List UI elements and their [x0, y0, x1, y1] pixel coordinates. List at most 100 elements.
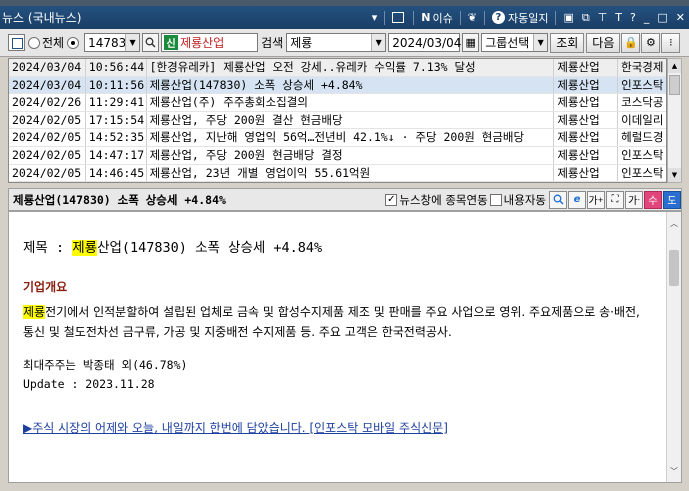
article-title: 제목 : 제룡산업(147830) 소폭 상승세 +4.84% — [23, 240, 323, 256]
cell-time: 11:29:41 — [86, 94, 147, 111]
next-button[interactable]: 다음 — [586, 32, 621, 53]
scroll-down-icon[interactable]: ﹀ — [667, 464, 681, 478]
chevron-down-icon: ▼ — [371, 34, 386, 51]
buy-button[interactable]: 수 — [644, 190, 662, 209]
article-body: 제룡전기에서 인적분할하여 설립된 업체로 금속 및 합성수지제품 제조 및 판… — [23, 305, 640, 339]
scroll-up-icon[interactable]: ︿ — [667, 216, 681, 230]
help-icon[interactable]: ? — [626, 9, 640, 26]
cell-source: 이데일리 — [621, 112, 664, 127]
search-icon[interactable] — [142, 33, 160, 52]
cell-source: 한국경제 — [621, 60, 664, 74]
table-row[interactable]: 2024/02/05 17:15:54 제룡산업, 주당 200원 결산 현금배… — [9, 111, 666, 130]
font-size-icon[interactable]: T — [611, 9, 626, 26]
link-icon[interactable]: ❦ — [464, 9, 481, 26]
checkmark-icon: ✓ — [385, 193, 398, 206]
cell-title: 제룡산업, 주당 200원 결산 현금배당 — [147, 111, 555, 129]
cell-title: 제룡산업, 지난해 영업익 56억…전년비 42.1%↓ · 주당 200원 현… — [147, 129, 555, 146]
date-field[interactable]: 2024/03/04 — [388, 33, 461, 52]
auto-log-button[interactable]: ? 자동일지 — [488, 9, 552, 26]
expand-icon[interactable]: ⛶ — [606, 190, 624, 209]
search-toolbar: 전체 147830 ▼ 신 제룡산업 검색 제룡 ▼ 2024/03/04 ▦ 그룹선… — [0, 29, 689, 57]
cell-stock: 제룡산업 — [554, 76, 619, 94]
cell-time: 10:11:56 — [86, 76, 147, 94]
table-row[interactable]: 2024/02/26 11:29:41 제룡산업(주) 주주총회소집결의 제룡산… — [9, 94, 666, 112]
cell-date: 2024/02/05 — [9, 129, 86, 146]
scroll-thumb[interactable] — [669, 75, 680, 95]
dropdown-icon[interactable]: ▾ — [368, 9, 382, 26]
article-view: 제목 : 제룡산업(147830) 소폭 상승세 +4.84% 기업개요 제룡전… — [8, 211, 682, 483]
info-icon: ? — [491, 11, 505, 24]
scroll-thumb[interactable] — [669, 250, 679, 286]
cell-stock: 제룡산업 — [554, 59, 619, 76]
window-title: 뉴스 (국내뉴스) — [2, 11, 82, 25]
cell-date: 2024/02/05 — [9, 146, 86, 164]
stock-badge: 신 — [164, 35, 179, 50]
maximize-icon[interactable]: □ — [653, 9, 671, 26]
minimize-icon[interactable]: _ — [640, 9, 654, 26]
layout-icon[interactable]: ▣ — [559, 9, 577, 26]
gear-icon[interactable]: ⚙ — [641, 32, 661, 53]
detail-header: 제룡산업(147830) 소폭 상승세 +4.84% ✓ 뉴스창에 종목연동 내용… — [8, 188, 682, 211]
promo-link[interactable]: ▶주식 시장의 어제와 오늘, 내일까지 한번에 담았습니다. [인포스탁 모바… — [23, 419, 448, 436]
close-icon[interactable]: ✕ — [672, 9, 689, 26]
cell-date: 2024/03/04 — [9, 76, 86, 94]
chevron-down-icon: ▼ — [125, 34, 140, 51]
font-up-button[interactable]: 가 + — [587, 190, 605, 209]
detail-title: 제룡산업(147830) 소폭 상승세 +4.84% — [13, 192, 226, 207]
search-keyword-combo[interactable]: 제룡 ▼ — [286, 33, 387, 52]
major-holder-text: 최대주주는 박종태 외(46.78%) — [23, 358, 188, 372]
cell-time: 14:52:35 — [86, 129, 147, 146]
query-button[interactable]: 조회 — [550, 32, 585, 53]
table-row-selected[interactable]: 2024/03/04 10:11:56 제룡산업(147830) 소폭 상승세 … — [9, 76, 666, 95]
table-row[interactable]: 2024/02/05 14:46:45 제룡산업, 23년 개별 영업이익 55… — [9, 164, 666, 182]
cell-date: 2024/02/05 — [9, 164, 86, 182]
title-bar: 뉴스 (국내뉴스) ▾ N 이슈 ❦ ? 자동일지 ▣ ⧉ ⊤ T ? _ □ ✕ — [0, 6, 689, 29]
table-row[interactable]: 2024/03/04 10:56:44 [한경유레카] 제룡산업 오전 강세..… — [9, 59, 666, 77]
article-scrollbar[interactable]: ︿ ﹀ — [666, 212, 681, 482]
font-down-button[interactable]: 가- — [625, 190, 643, 209]
radio-all[interactable]: 전체 — [28, 34, 64, 51]
section-heading: 기업개요 — [23, 280, 68, 294]
table-row[interactable]: 2024/02/05 14:47:17 제룡산업, 주당 200원 현금배당 결… — [9, 146, 666, 165]
cell-stock: 제룡산업 — [554, 164, 619, 182]
news-list: 2024/03/04 10:56:44 [한경유레카] 제룡산업 오전 강세..… — [8, 58, 667, 183]
lock-icon[interactable]: 🔒 — [621, 32, 641, 53]
cell-title: 제룡산업, 주당 200원 현금배당 결정 — [147, 146, 555, 164]
cell-time: 14:46:45 — [86, 164, 147, 182]
cell-source: 헤럴드경 — [621, 130, 664, 145]
pin-icon[interactable]: ⊤ — [594, 9, 612, 26]
news-list-scrollbar[interactable]: ▲ ▼ — [667, 58, 682, 183]
zoom-icon[interactable] — [549, 190, 567, 209]
settings-icon[interactable]: ⁝ — [661, 32, 681, 53]
radio-stock[interactable] — [67, 36, 81, 49]
chevron-down-icon: ▼ — [533, 34, 548, 51]
cell-date: 2024/03/04 — [9, 59, 86, 76]
issue-button[interactable]: N 이슈 — [417, 9, 456, 26]
cell-source: 인포스탁 — [621, 147, 664, 162]
cell-date: 2024/02/26 — [9, 94, 86, 111]
cell-date: 2024/02/05 — [9, 111, 86, 129]
update-text: Update : 2023.11.28 — [23, 377, 155, 391]
stock-name-field[interactable]: 신 제룡산업 — [161, 33, 259, 52]
browser-icon[interactable]: e — [568, 190, 586, 209]
table-row[interactable]: 2024/02/05 14:52:35 제룡산업, 지난해 영업익 56억…전년… — [9, 129, 666, 147]
sell-button[interactable]: 도 — [663, 190, 681, 209]
cell-stock: 제룡산업 — [554, 94, 619, 111]
link-stock-checkbox[interactable]: ✓ 뉴스창에 종목연동 — [385, 192, 488, 208]
cell-source: 인포스탁 — [621, 165, 664, 180]
scroll-down-icon[interactable]: ▼ — [668, 168, 681, 182]
scroll-up-icon[interactable]: ▲ — [668, 59, 681, 73]
calendar-icon[interactable]: ▦ — [462, 33, 480, 52]
stock-code-combo[interactable]: 147830 ▼ — [84, 33, 141, 52]
cell-title: [한경유레카] 제룡산업 오전 강세..유레카 수익률 7.13% 달성 — [147, 59, 555, 76]
cell-stock: 제룡산업 — [554, 111, 619, 129]
auto-content-checkbox[interactable]: 내용자동 — [489, 192, 546, 208]
window-link-icon[interactable] — [8, 34, 25, 51]
window-mode-icon[interactable] — [388, 9, 410, 26]
cell-stock: 제룡산업 — [554, 129, 619, 146]
cell-title: 제룡산업, 23년 개별 영업이익 55.61억원 — [147, 164, 555, 182]
group-select[interactable]: 그룹선택 ▼ — [481, 33, 549, 52]
cell-title: 제룡산업(147830) 소폭 상승세 +4.84% — [147, 76, 555, 94]
copy-icon[interactable]: ⧉ — [578, 9, 594, 26]
cell-time: 10:56:44 — [86, 59, 147, 76]
